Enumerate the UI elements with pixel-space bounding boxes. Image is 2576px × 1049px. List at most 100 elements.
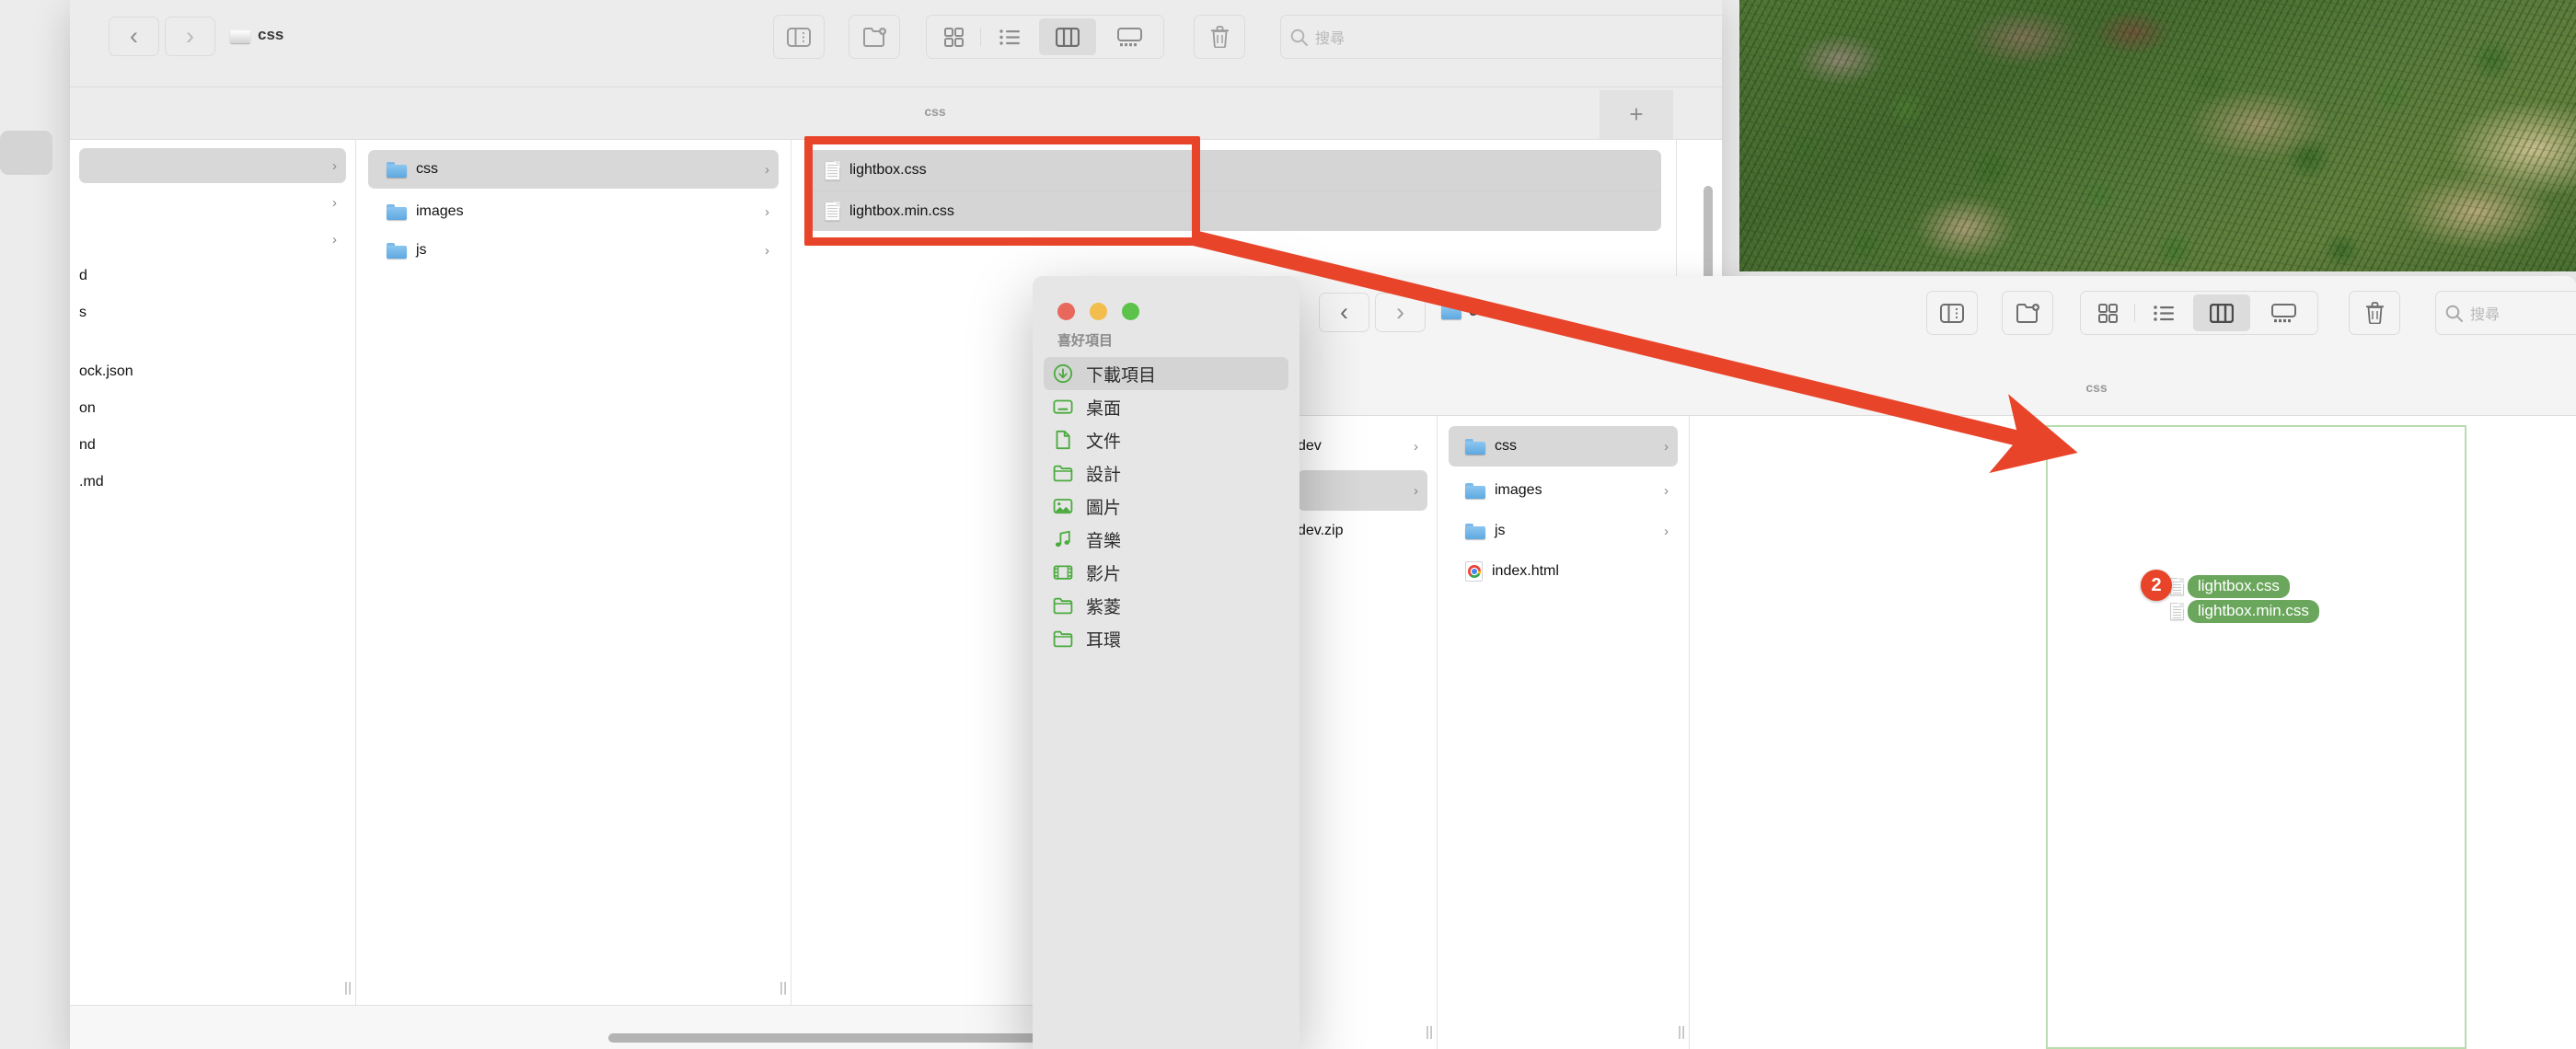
list-item[interactable]: css › xyxy=(1449,426,1678,467)
column-icon xyxy=(2210,303,2234,323)
column-view-button[interactable] xyxy=(2193,294,2250,331)
list-view-button[interactable] xyxy=(981,16,1038,58)
sidebar-item-label: 下載項目 xyxy=(1086,365,1157,386)
minimize-button[interactable] xyxy=(1090,303,1107,320)
sidebar-item-movies[interactable]: 影片 xyxy=(1044,556,1288,589)
forward-chevron-icon: › xyxy=(1396,298,1404,326)
search-field-back[interactable]: 搜尋 xyxy=(1280,15,1727,59)
column-folders[interactable]: css › images › js › | | xyxy=(356,140,791,1005)
music-icon xyxy=(1053,529,1073,549)
tab-title-css-front[interactable]: css xyxy=(2041,380,2152,395)
sidebar-item-desktop[interactable]: 桌面 xyxy=(1044,390,1288,423)
list-item[interactable]: lightbox.css xyxy=(806,150,1661,190)
list-item[interactable]: .md xyxy=(79,465,346,500)
sidebar-favorites-window[interactable]: 喜好項目 下載項目 桌面 文件 設計 圖片 音樂 影片 紫菱 耳環 xyxy=(1033,276,1300,1049)
column-parent[interactable]: dev › › dev.zip | | xyxy=(1288,416,1438,1049)
chevron-right-icon: › xyxy=(1414,482,1418,499)
list-item-label: ock.json xyxy=(79,363,133,379)
icon-view-button[interactable] xyxy=(927,16,980,58)
column-clipped[interactable]: › › › d s ock.json on nd .md | | xyxy=(70,140,356,1005)
chevron-right-icon: › xyxy=(332,157,337,174)
search-icon xyxy=(2445,305,2463,322)
new-folder-icon xyxy=(862,28,886,47)
list-item[interactable]: › xyxy=(79,222,346,257)
list-item[interactable]: js › xyxy=(1449,511,1678,551)
search-icon xyxy=(1290,29,1308,46)
list-item[interactable]: d xyxy=(79,259,346,294)
zoom-button[interactable] xyxy=(1122,303,1139,320)
tab-title-css[interactable]: css xyxy=(880,104,990,119)
column-project[interactable]: css › images › js › index.html | | xyxy=(1438,416,1690,1049)
view-mode-segment[interactable] xyxy=(926,15,1164,59)
trash-icon xyxy=(1210,26,1229,48)
sidebar-section-title: 喜好項目 xyxy=(1057,333,1114,349)
column-resize-handle[interactable]: | | xyxy=(1678,1024,1685,1040)
forward-button[interactable]: › xyxy=(1375,293,1426,332)
list-item[interactable]: index.html xyxy=(1449,551,1678,592)
window-controls[interactable] xyxy=(1057,303,1139,320)
list-item[interactable]: lightbox.min.css xyxy=(806,190,1661,231)
folder-icon xyxy=(1465,482,1485,499)
sidebar-item-downloads[interactable]: 下載項目 xyxy=(1044,357,1288,390)
trash-icon xyxy=(2365,302,2384,324)
sidebar-item-documents[interactable]: 文件 xyxy=(1044,423,1288,456)
list-item-label: s xyxy=(79,305,87,320)
back-button[interactable]: ‹ xyxy=(109,17,159,56)
list-item[interactable]: css › xyxy=(368,150,779,189)
chevron-right-icon: › xyxy=(1664,523,1669,539)
back-button[interactable]: ‹ xyxy=(1319,293,1369,332)
close-button[interactable] xyxy=(1057,303,1075,320)
folder-icon xyxy=(387,242,407,259)
chevron-right-icon: › xyxy=(765,161,769,178)
grid-icon xyxy=(943,27,964,47)
list-item[interactable]: dev › xyxy=(1298,426,1427,467)
list-item[interactable]: s xyxy=(79,295,346,330)
forward-button[interactable]: › xyxy=(165,17,215,56)
trash-button[interactable] xyxy=(1194,15,1245,59)
new-folder-button[interactable] xyxy=(2002,291,2053,335)
download-icon xyxy=(1053,363,1073,384)
view-mode-segment[interactable] xyxy=(2080,291,2318,335)
drag-ghost-item: lightbox.css xyxy=(2170,575,2319,598)
list-item-label: js xyxy=(1495,523,1506,538)
search-field-front[interactable]: 搜尋 xyxy=(2435,291,2576,335)
list-item[interactable]: nd xyxy=(79,428,346,463)
list-item[interactable]: › xyxy=(79,148,346,183)
path-title-front[interactable]: css xyxy=(1441,302,1495,320)
sidebar-item-label: 文件 xyxy=(1086,432,1122,452)
column-resize-handle[interactable]: | | xyxy=(780,980,787,996)
column-view-button[interactable] xyxy=(1039,18,1096,55)
sidebar-toggle-button[interactable] xyxy=(1926,291,1978,335)
list-item[interactable]: images › xyxy=(368,192,779,231)
list-view-button[interactable] xyxy=(2135,292,2192,334)
list-item-label: js xyxy=(416,242,427,258)
trash-button[interactable] xyxy=(2349,291,2400,335)
list-item[interactable]: ock.json xyxy=(79,354,346,389)
list-item-label: lightbox.css xyxy=(849,162,927,178)
new-folder-button[interactable] xyxy=(849,15,900,59)
gallery-view-button[interactable] xyxy=(2251,292,2316,334)
list-item[interactable]: js › xyxy=(368,231,779,270)
path-title-back[interactable]: css xyxy=(230,26,283,44)
sidebar-item-folder-1[interactable]: 紫菱 xyxy=(1044,589,1288,622)
icon-view-button[interactable] xyxy=(2081,292,2134,334)
sidebar-item-folder-2[interactable]: 耳環 xyxy=(1044,622,1288,655)
new-tab-button[interactable]: + xyxy=(1600,90,1673,139)
document-icon xyxy=(1053,430,1073,450)
column-resize-handle[interactable]: | | xyxy=(1426,1024,1433,1040)
drag-ghost-label: lightbox.css xyxy=(2188,575,2290,598)
sidebar-item-design[interactable]: 設計 xyxy=(1044,456,1288,490)
film-icon xyxy=(1053,562,1073,582)
gallery-view-button[interactable] xyxy=(1097,16,1161,58)
list-item[interactable]: on xyxy=(79,391,346,426)
list-item[interactable]: images › xyxy=(1449,470,1678,511)
list-item[interactable]: › xyxy=(79,185,346,220)
list-item[interactable]: dev.zip xyxy=(1298,511,1427,551)
sidebar-item-music[interactable]: 音樂 xyxy=(1044,523,1288,556)
sidebar-item-pictures[interactable]: 圖片 xyxy=(1044,490,1288,523)
chevron-right-icon: › xyxy=(1664,438,1669,455)
sidebar-toggle-button[interactable] xyxy=(773,15,825,59)
plus-icon: + xyxy=(1629,100,1644,128)
list-item[interactable]: › xyxy=(1298,470,1427,511)
column-resize-handle[interactable]: | | xyxy=(344,980,352,996)
